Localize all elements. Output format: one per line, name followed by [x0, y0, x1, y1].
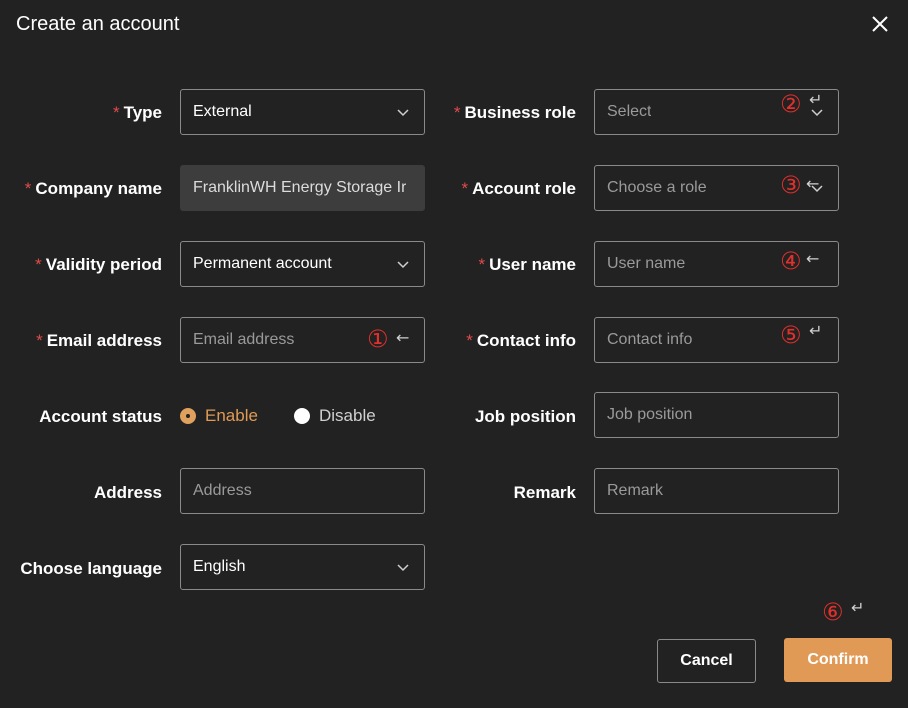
annotation-6: ⑥: [822, 598, 844, 626]
annotation-arrow-6: ↵: [851, 598, 865, 617]
radio-enable[interactable]: Enable: [180, 406, 258, 426]
annotation-arrow-2: ↵: [809, 90, 823, 109]
remark-placeholder: Remark: [607, 482, 664, 499]
type-select[interactable]: External: [180, 89, 425, 135]
required-mark: *: [461, 179, 469, 198]
address-input[interactable]: Address: [180, 468, 425, 514]
user-name-placeholder: User name: [607, 255, 686, 272]
required-mark: *: [35, 255, 42, 274]
contact-info-label: * Contact info: [466, 331, 576, 350]
remark-label: Remark: [513, 483, 576, 502]
account-role-placeholder: Choose a role: [607, 179, 707, 196]
user-name-label: * User name: [478, 255, 576, 274]
dialog-title: Create an account: [16, 13, 180, 35]
user-name-input[interactable]: User name: [594, 241, 839, 287]
chevron-down-icon: [397, 261, 409, 269]
radio-enable-label: Enable: [205, 406, 258, 425]
company-name-label: * Company name: [24, 179, 162, 198]
annotation-5: ⑤: [780, 321, 802, 349]
cancel-button[interactable]: Cancel: [657, 639, 756, 683]
account-status-label: Account status: [39, 407, 162, 426]
company-name-value: FranklinWH Energy Storage Ir: [193, 179, 407, 196]
account-role-select[interactable]: Choose a role: [594, 165, 839, 211]
close-icon[interactable]: [869, 13, 891, 35]
required-mark: *: [112, 103, 120, 122]
job-position-placeholder: Job position: [607, 406, 693, 423]
confirm-button[interactable]: Confirm: [784, 638, 892, 682]
annotation-3: ③: [780, 171, 802, 199]
company-name-field: FranklinWH Energy Storage Ir: [180, 165, 425, 211]
annotation-2: ②: [780, 90, 802, 118]
address-placeholder: Address: [193, 482, 252, 499]
email-address-label: * Email address: [36, 331, 162, 350]
validity-period-label: * Validity period: [35, 255, 162, 274]
annotation-1: ①: [367, 325, 389, 353]
business-role-placeholder: Select: [607, 103, 652, 120]
type-value: External: [193, 103, 252, 120]
language-value: English: [193, 558, 246, 575]
radio-checked-icon: [180, 408, 196, 424]
annotation-arrow-3: ←: [806, 174, 820, 193]
create-account-dialog: Create an account * Type External * Compan…: [0, 0, 908, 708]
account-role-label: * Account role: [461, 179, 576, 198]
required-mark: *: [453, 103, 461, 122]
annotation-4: ④: [780, 247, 802, 275]
annotation-arrow-5: ↵: [809, 321, 823, 340]
address-label: Address: [93, 483, 162, 502]
annotation-arrow-4: ←: [806, 249, 820, 268]
annotation-arrow-1: ←: [396, 328, 410, 347]
business-role-label: * Business role: [453, 103, 576, 122]
job-position-label: Job position: [474, 407, 576, 426]
chevron-down-icon: [397, 109, 409, 117]
required-mark: *: [36, 331, 43, 350]
remark-input[interactable]: Remark: [594, 468, 839, 514]
email-address-placeholder: Email address: [193, 331, 295, 348]
radio-unchecked-icon: [294, 408, 310, 424]
choose-language-label: Choose language: [20, 559, 162, 578]
radio-disable[interactable]: Disable: [294, 406, 376, 426]
required-mark: *: [466, 331, 473, 350]
job-position-input[interactable]: Job position: [594, 392, 839, 438]
required-mark: *: [24, 179, 32, 198]
chevron-down-icon: [397, 564, 409, 572]
radio-disable-label: Disable: [319, 406, 376, 425]
required-mark: *: [478, 255, 486, 274]
contact-info-placeholder: Contact info: [607, 331, 693, 348]
business-role-select[interactable]: Select: [594, 89, 839, 135]
contact-info-input[interactable]: Contact info: [594, 317, 839, 363]
type-label: * Type: [112, 103, 162, 122]
validity-period-value: Permanent account: [193, 255, 332, 272]
language-select[interactable]: English: [180, 544, 425, 590]
validity-period-select[interactable]: Permanent account: [180, 241, 425, 287]
